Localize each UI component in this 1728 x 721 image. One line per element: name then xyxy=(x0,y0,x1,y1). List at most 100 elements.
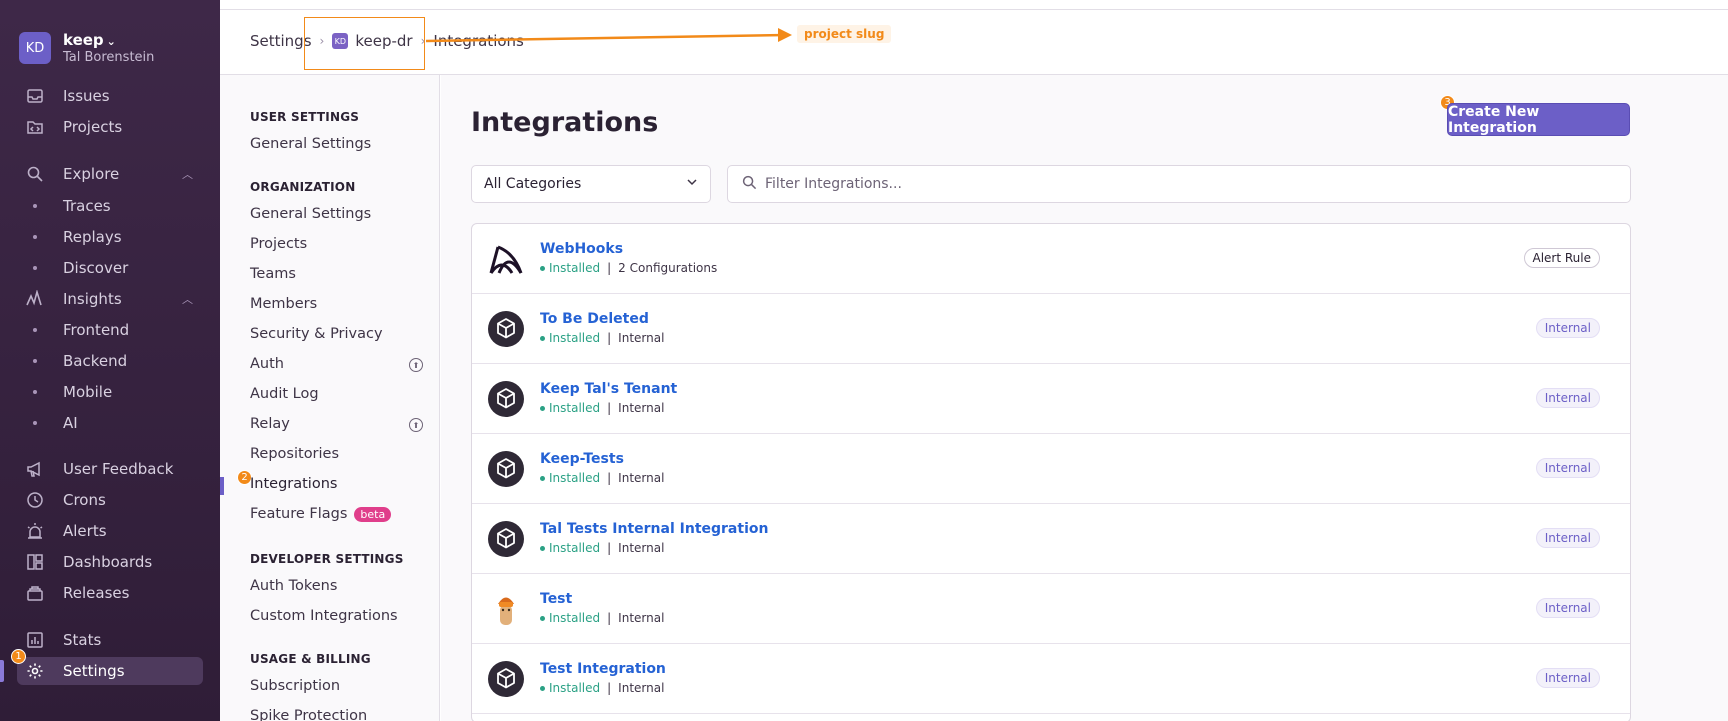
sidebar-item-dashboards[interactable]: Dashboards xyxy=(17,548,203,576)
sidebar-item-mobile[interactable]: Mobile xyxy=(17,378,203,406)
list-item[interactable]: Test Installed | Internal Internal xyxy=(472,574,1630,644)
chevron-up-icon: ︿ xyxy=(182,168,193,181)
gear-icon xyxy=(25,661,45,681)
sidebar-item-traces[interactable]: Traces xyxy=(17,192,203,220)
section-heading-organization: ORGANIZATION xyxy=(250,180,356,194)
sidebar-item-crons[interactable]: Crons xyxy=(17,486,203,514)
category-select[interactable]: All Categories xyxy=(471,165,711,203)
chevron-down-icon: ⌄ xyxy=(106,35,116,48)
integration-meta: Installed | 2 Configurations xyxy=(540,261,717,275)
sidebar-item-issues[interactable]: Issues xyxy=(17,82,203,110)
sidebar-item-explore[interactable]: Explore ︿ xyxy=(17,160,203,188)
sidebar-item-backend[interactable]: Backend xyxy=(17,347,203,375)
integration-name[interactable]: Keep-Tests xyxy=(540,451,624,467)
subnav-org-general[interactable]: General Settings xyxy=(250,206,371,222)
integration-name[interactable]: Test Integration xyxy=(540,661,666,677)
subnav-projects[interactable]: Projects xyxy=(250,236,307,252)
breadcrumb-settings[interactable]: Settings xyxy=(250,32,312,50)
code-folder-icon xyxy=(25,117,45,137)
integration-name[interactable]: Test xyxy=(540,591,572,607)
type-badge: Alert Rule xyxy=(1523,248,1600,268)
subnav-teams[interactable]: Teams xyxy=(250,266,296,282)
subnav-feature-flags[interactable]: Feature Flags beta xyxy=(250,506,392,522)
releases-icon xyxy=(25,583,45,603)
sidebar-item-stats[interactable]: Stats xyxy=(17,626,203,654)
annotation-arrow xyxy=(425,28,792,43)
package-icon xyxy=(488,521,524,557)
list-item[interactable]: Tal Tests Internal Integration Installed… xyxy=(472,504,1630,574)
section-heading-user: USER SETTINGS xyxy=(250,110,360,124)
settings-subnav: USER SETTINGS General Settings ORGANIZAT… xyxy=(220,75,440,721)
type-badge: Internal xyxy=(1535,598,1600,618)
subnav-repositories[interactable]: Repositories xyxy=(250,446,339,462)
list-item[interactable]: Test Integration Installed | Internal Inte… xyxy=(472,644,1630,714)
upgrade-icon: ⬆ xyxy=(409,358,423,372)
sidebar-item-ai[interactable]: AI xyxy=(17,409,203,437)
subnav-members[interactable]: Members xyxy=(250,296,317,312)
dashboard-icon xyxy=(25,552,45,572)
chevron-up-icon: ︿ xyxy=(182,293,193,306)
webhooks-logo xyxy=(489,245,523,274)
subnav-auth-tokens[interactable]: Auth Tokens xyxy=(250,578,337,594)
type-badge: Internal xyxy=(1535,318,1600,338)
package-icon xyxy=(488,311,524,347)
sidebar-item-replays[interactable]: Replays xyxy=(17,223,203,251)
list-item[interactable]: Keep-Tests Installed | Internal Internal xyxy=(472,434,1630,504)
sidebar-item-projects[interactable]: Projects xyxy=(17,113,203,141)
sidebar-item-alerts[interactable]: Alerts xyxy=(17,517,203,545)
integration-name[interactable]: Keep Tal's Tenant xyxy=(540,381,677,397)
package-icon xyxy=(488,451,524,487)
inbox-icon xyxy=(25,86,45,106)
chevron-down-icon xyxy=(686,176,698,192)
stats-icon xyxy=(25,630,45,650)
sidebar-item-user-feedback[interactable]: User Feedback xyxy=(17,455,203,483)
active-indicator xyxy=(0,660,4,682)
sidebar-item-releases[interactable]: Releases xyxy=(17,579,203,607)
subnav-user-general[interactable]: General Settings xyxy=(250,136,371,152)
search-icon xyxy=(25,164,45,184)
package-icon xyxy=(488,661,524,697)
list-item[interactable]: Keep Tal's Tenant Installed | Internal Int… xyxy=(472,364,1630,434)
list-item[interactable]: WebHooks Installed | 2 Configurations Aler… xyxy=(472,224,1630,294)
integration-meta: Installed | Internal xyxy=(540,541,664,555)
subnav-integrations[interactable]: Integrations xyxy=(250,476,337,492)
org-avatar: KD xyxy=(19,32,51,64)
integration-name[interactable]: Tal Tests Internal Integration xyxy=(540,521,768,537)
integration-meta: Installed | Internal xyxy=(540,681,664,695)
org-user: Tal Borenstein xyxy=(63,50,155,65)
integration-meta: Installed | Internal xyxy=(540,401,664,415)
history-icon xyxy=(25,490,45,510)
subnav-audit-log[interactable]: Audit Log xyxy=(250,386,319,402)
section-heading-developer: DEVELOPER SETTINGS xyxy=(250,552,404,566)
sidebar-item-insights[interactable]: Insights ︿ xyxy=(17,285,203,313)
filter-search xyxy=(727,165,1631,203)
subnav-spike-protection[interactable]: Spike Protection xyxy=(250,708,367,721)
list-item[interactable]: To Be Deleted Installed | Internal Interna… xyxy=(472,294,1630,364)
megaphone-icon xyxy=(25,459,45,479)
main-sidebar: KD keep ⌄ Tal Borenstein Issues Projects … xyxy=(0,0,220,721)
integration-meta: Installed | Internal xyxy=(540,611,664,625)
search-icon xyxy=(742,175,757,194)
integration-meta: Installed | Internal xyxy=(540,331,664,345)
subnav-auth[interactable]: Auth ⬆ xyxy=(250,356,430,372)
create-integration-button[interactable]: Create New Integration xyxy=(1447,103,1630,136)
mascot-icon xyxy=(498,597,514,625)
sidebar-item-discover[interactable]: Discover xyxy=(17,254,203,282)
type-badge: Internal xyxy=(1535,528,1600,548)
search-input[interactable] xyxy=(765,176,1616,192)
package-icon xyxy=(488,381,524,417)
integration-name[interactable]: WebHooks xyxy=(540,241,623,257)
org-name: keep ⌄ xyxy=(63,31,116,49)
subnav-relay[interactable]: Relay ⬆ xyxy=(250,416,430,432)
org-switcher[interactable]: KD keep ⌄ Tal Borenstein xyxy=(19,31,154,65)
subnav-subscription[interactable]: Subscription xyxy=(250,678,340,694)
upgrade-icon: ⬆ xyxy=(409,418,423,432)
integration-name[interactable]: To Be Deleted xyxy=(540,311,649,327)
type-badge: Internal xyxy=(1535,458,1600,478)
type-badge: Internal xyxy=(1535,668,1600,688)
subnav-security-privacy[interactable]: Security & Privacy xyxy=(250,326,383,342)
subnav-custom-integrations[interactable]: Custom Integrations xyxy=(250,608,398,624)
sidebar-item-settings[interactable]: Settings xyxy=(17,657,203,685)
page-title: Integrations xyxy=(471,107,659,138)
sidebar-item-frontend[interactable]: Frontend xyxy=(17,316,203,344)
